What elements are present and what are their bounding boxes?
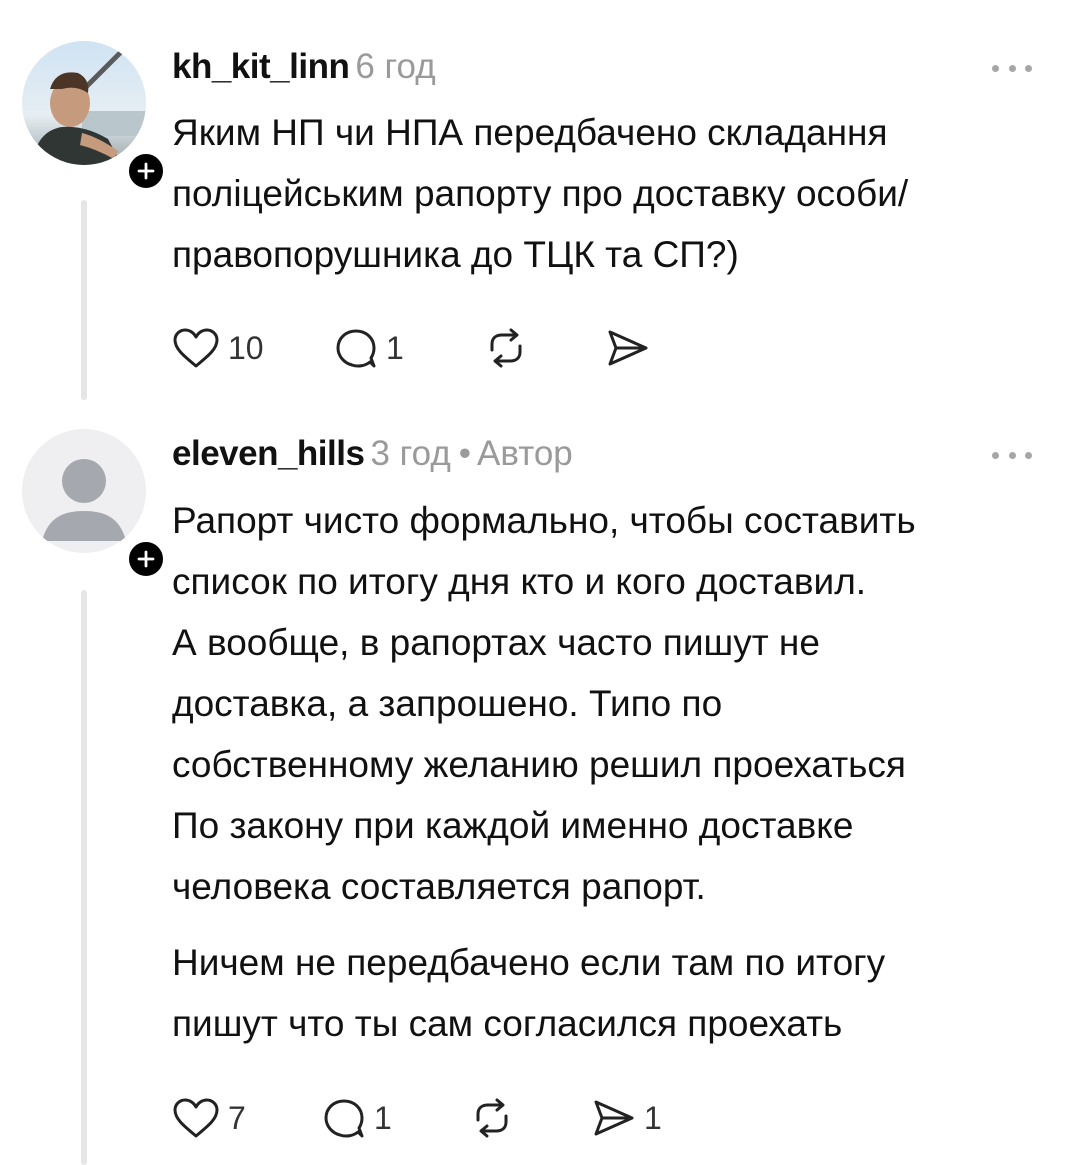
share-button[interactable]: 1 bbox=[588, 1096, 662, 1140]
text-line: собственному желанию решил проехаться bbox=[172, 744, 906, 785]
text-line: человека составляется рапорт. bbox=[172, 866, 706, 907]
more-dot bbox=[1008, 451, 1016, 459]
text-line: список по итогу дня кто и кого доставил. bbox=[172, 561, 867, 602]
reply-count: 1 bbox=[374, 1100, 392, 1136]
more-options-button[interactable] bbox=[992, 447, 1032, 463]
repost-button[interactable] bbox=[468, 1096, 588, 1140]
comment-text-paragraph-2: Ничем не передбачено если там по итогу п… bbox=[172, 932, 1052, 1054]
default-avatar-icon bbox=[22, 429, 146, 553]
comment-header: eleven_hills 3 год • Автор bbox=[172, 434, 573, 474]
share-count: 1 bbox=[644, 1100, 662, 1136]
heart-icon bbox=[173, 1098, 219, 1138]
more-dot bbox=[1025, 451, 1032, 459]
text-line: Рапорт чисто формально, чтобы составить bbox=[172, 500, 916, 541]
follow-button[interactable] bbox=[125, 538, 167, 580]
author-badge: Автор bbox=[477, 434, 573, 473]
comment-icon bbox=[324, 1099, 364, 1138]
avatar[interactable] bbox=[22, 429, 146, 553]
text-line: Ничем не передбачено если там по итогу bbox=[172, 942, 886, 983]
plus-icon bbox=[137, 550, 155, 568]
comment-2: eleven_hills 3 год • Автор Рапорт чисто фор… bbox=[0, 0, 1080, 1165]
comment-text: Рапорт чисто формально, чтобы составить … bbox=[172, 490, 1052, 917]
text-line: пишут что ты сам согласился проехать bbox=[172, 1003, 843, 1044]
like-button[interactable]: 7 bbox=[170, 1096, 320, 1140]
text-line: доставка, а запрошено. Типо по bbox=[172, 683, 723, 724]
thread-line bbox=[81, 590, 87, 1165]
timestamp: 3 год bbox=[370, 434, 451, 473]
more-dots-icon bbox=[992, 451, 999, 459]
text-line: По закону при каждой именно доставке bbox=[172, 805, 854, 846]
send-icon bbox=[594, 1100, 634, 1136]
avatar-wrap bbox=[22, 429, 167, 580]
action-bar: 7 1 1 bbox=[170, 1096, 662, 1140]
text-line: А вообще, в рапортах часто пишут не bbox=[172, 622, 820, 663]
like-count: 7 bbox=[228, 1100, 246, 1136]
repost-icon bbox=[476, 1098, 508, 1138]
username[interactable]: eleven_hills bbox=[172, 434, 365, 473]
reply-button[interactable]: 1 bbox=[320, 1096, 468, 1140]
separator-dot: • bbox=[458, 434, 472, 473]
